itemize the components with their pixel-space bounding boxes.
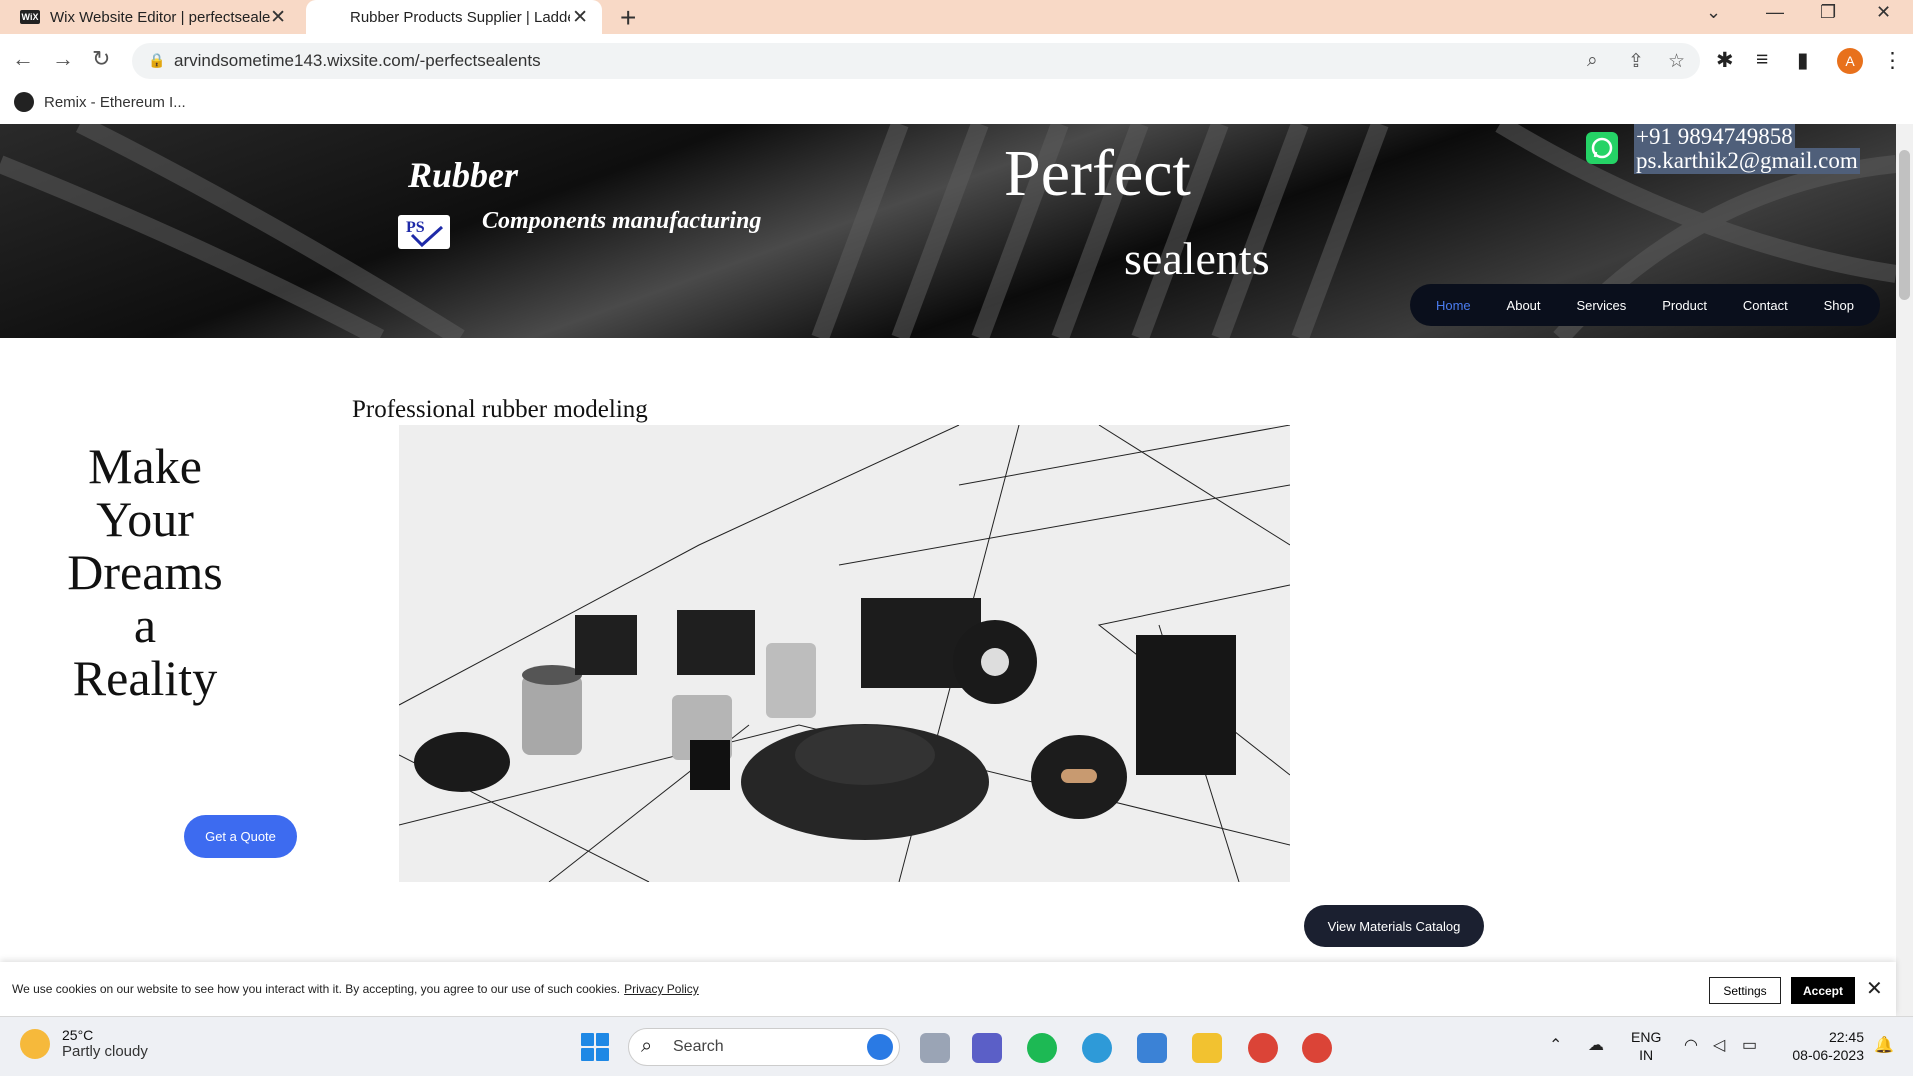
side-panel-icon[interactable]: ▮ bbox=[1797, 48, 1809, 73]
privacy-policy-link[interactable]: Privacy Policy bbox=[624, 982, 699, 996]
hero-tagline: Make Your Dreams a Reality bbox=[40, 440, 250, 705]
ps-logo[interactable]: PS bbox=[398, 215, 450, 249]
nav-shop[interactable]: Shop bbox=[1824, 298, 1854, 313]
close-icon[interactable]: ✕ bbox=[1866, 976, 1883, 1001]
scrollbar-thumb[interactable] bbox=[1899, 150, 1910, 300]
minimize-icon[interactable]: — bbox=[1766, 2, 1784, 23]
tab-wix-editor[interactable]: WiX Wix Website Editor | perfectseale ✕ bbox=[0, 0, 300, 34]
brand-tagline: Components manufacturing bbox=[482, 208, 762, 234]
whatsapp-icon[interactable] bbox=[1586, 132, 1618, 164]
bookmark-remix[interactable]: Remix - Ethereum I... bbox=[14, 92, 186, 112]
share-icon[interactable]: ⇪ bbox=[1628, 50, 1644, 73]
onedrive-icon[interactable]: ☁ bbox=[1588, 1035, 1604, 1055]
view-catalog-button[interactable]: View Materials Catalog bbox=[1304, 905, 1484, 947]
restore-icon[interactable]: ❐ bbox=[1820, 2, 1836, 23]
system-clock[interactable]: 22:45 08-06-2023 bbox=[1784, 1028, 1864, 1064]
bing-icon[interactable] bbox=[867, 1034, 893, 1060]
teams-icon[interactable] bbox=[972, 1033, 1002, 1063]
cookie-banner: We use cookies on our website to see how… bbox=[0, 962, 1896, 1016]
cookie-settings-button[interactable]: Settings bbox=[1709, 977, 1781, 1004]
page-scrollbar[interactable] bbox=[1896, 124, 1913, 1016]
wix-favicon-icon: WiX bbox=[20, 10, 40, 24]
address-bar[interactable]: 🔒 arvindsometime143.wixsite.com/-perfect… bbox=[132, 43, 1700, 79]
spotify-icon[interactable] bbox=[1027, 1033, 1057, 1063]
brand-rubber-text: Rubber bbox=[408, 155, 519, 195]
back-icon[interactable]: ← bbox=[12, 46, 34, 72]
lock-icon[interactable]: 🔒 bbox=[148, 52, 165, 69]
clock-date: 08-06-2023 bbox=[1792, 1047, 1864, 1063]
wifi-icon[interactable]: ◠ bbox=[1684, 1035, 1698, 1055]
cookie-text: We use cookies on our website to see how… bbox=[12, 982, 621, 996]
notification-icon[interactable]: 🔔 bbox=[1874, 1035, 1894, 1055]
profile-avatar[interactable]: A bbox=[1837, 48, 1863, 74]
nav-home[interactable]: Home bbox=[1436, 298, 1471, 313]
tagline-line: Reality bbox=[72, 650, 218, 706]
media-icon[interactable]: ≡ bbox=[1756, 48, 1768, 72]
chevron-up-icon[interactable]: ⌃ bbox=[1549, 1035, 1562, 1055]
tab-rubber-products[interactable]: Rubber Products Supplier | Ladde ✕ bbox=[306, 0, 602, 34]
lang-code: ENG bbox=[1631, 1029, 1662, 1045]
tagline-line: Dreams bbox=[67, 544, 223, 600]
partly-cloudy-icon bbox=[20, 1028, 50, 1059]
remix-icon bbox=[14, 92, 34, 112]
tab-title: Wix Website Editor | perfectseale bbox=[50, 8, 270, 26]
search-placeholder: Search bbox=[673, 1038, 724, 1055]
temperature: 25°C bbox=[62, 1027, 94, 1043]
star-icon[interactable]: ☆ bbox=[1668, 50, 1685, 73]
volume-icon[interactable]: ◁ bbox=[1713, 1035, 1725, 1055]
menu-icon[interactable]: ⋮ bbox=[1882, 48, 1903, 73]
close-tab-icon[interactable]: ✕ bbox=[572, 6, 588, 29]
bookmark-label: Remix - Ethereum I... bbox=[44, 93, 186, 111]
windows-start-icon[interactable] bbox=[581, 1033, 609, 1061]
clock-time: 22:45 bbox=[1828, 1029, 1864, 1045]
contact-email[interactable]: ps.karthik2@gmail.com bbox=[1634, 148, 1860, 174]
brand-perfect: Perfect bbox=[1004, 137, 1191, 210]
edge-icon[interactable] bbox=[1082, 1033, 1112, 1063]
rubber-products-image bbox=[399, 425, 1290, 882]
nav-product[interactable]: Product bbox=[1662, 298, 1707, 313]
forward-icon[interactable]: → bbox=[52, 46, 74, 72]
new-tab-button[interactable]: + bbox=[620, 2, 636, 34]
nav-contact[interactable]: Contact bbox=[1743, 298, 1788, 313]
mail-icon[interactable] bbox=[1137, 1033, 1167, 1063]
language-indicator[interactable]: ENG IN bbox=[1631, 1028, 1661, 1064]
lang-region: IN bbox=[1639, 1047, 1654, 1063]
tab-title: Rubber Products Supplier | Ladde bbox=[350, 8, 570, 26]
get-quote-button[interactable]: Get a Quote bbox=[184, 815, 297, 858]
taskbar-search[interactable]: ⌕ Search bbox=[628, 1028, 900, 1066]
battery-icon[interactable]: ▭ bbox=[1742, 1035, 1757, 1055]
search-icon: ⌕ bbox=[641, 1035, 653, 1057]
main-navigation: Home About Services Product Contact Shop bbox=[1410, 284, 1880, 326]
weather-widget[interactable]: 25°C Partly cloudy bbox=[20, 1027, 148, 1060]
reload-icon[interactable]: ↻ bbox=[92, 46, 110, 72]
nav-about[interactable]: About bbox=[1507, 298, 1541, 313]
section-heading: Professional rubber modeling bbox=[352, 396, 648, 423]
header-banner: Rubber PS Components manufacturing Perfe… bbox=[0, 124, 1896, 338]
extensions-icon[interactable]: ✱ bbox=[1716, 48, 1734, 73]
contact-phone[interactable]: +91 9894749858 bbox=[1634, 124, 1795, 150]
close-tab-icon[interactable]: ✕ bbox=[270, 6, 286, 29]
cookie-accept-button[interactable]: Accept bbox=[1791, 977, 1855, 1004]
task-view-icon[interactable] bbox=[920, 1033, 950, 1063]
tagline-line: a bbox=[133, 597, 157, 653]
weather-condition: Partly cloudy bbox=[62, 1043, 148, 1060]
cookie-message: We use cookies on our website to see how… bbox=[12, 982, 699, 996]
chevron-down-icon[interactable]: ⌄ bbox=[1706, 2, 1721, 23]
logo-text: PS bbox=[406, 219, 425, 236]
rubber-products-illustration bbox=[399, 425, 1290, 882]
windows-taskbar: 25°C Partly cloudy ⌕ Search ⌃ ☁ ENG IN ◠… bbox=[0, 1016, 1913, 1076]
nav-services[interactable]: Services bbox=[1576, 298, 1626, 313]
url-text[interactable]: arvindsometime143.wixsite.com/-perfectse… bbox=[174, 51, 541, 71]
chrome-icon[interactable] bbox=[1248, 1033, 1278, 1063]
tab-strip: WiX Wix Website Editor | perfectseale ✕ … bbox=[0, 0, 1913, 34]
file-explorer-icon[interactable] bbox=[1192, 1033, 1222, 1063]
chrome-profile-icon[interactable] bbox=[1302, 1033, 1332, 1063]
zoom-icon[interactable]: ⌕ bbox=[1587, 50, 1598, 72]
brand-sealents: sealents bbox=[1124, 233, 1270, 284]
tagline-line: Your bbox=[96, 491, 194, 547]
web-page: Rubber PS Components manufacturing Perfe… bbox=[0, 124, 1896, 1006]
tagline-line: Make bbox=[88, 438, 202, 494]
close-window-icon[interactable]: ✕ bbox=[1876, 2, 1891, 23]
